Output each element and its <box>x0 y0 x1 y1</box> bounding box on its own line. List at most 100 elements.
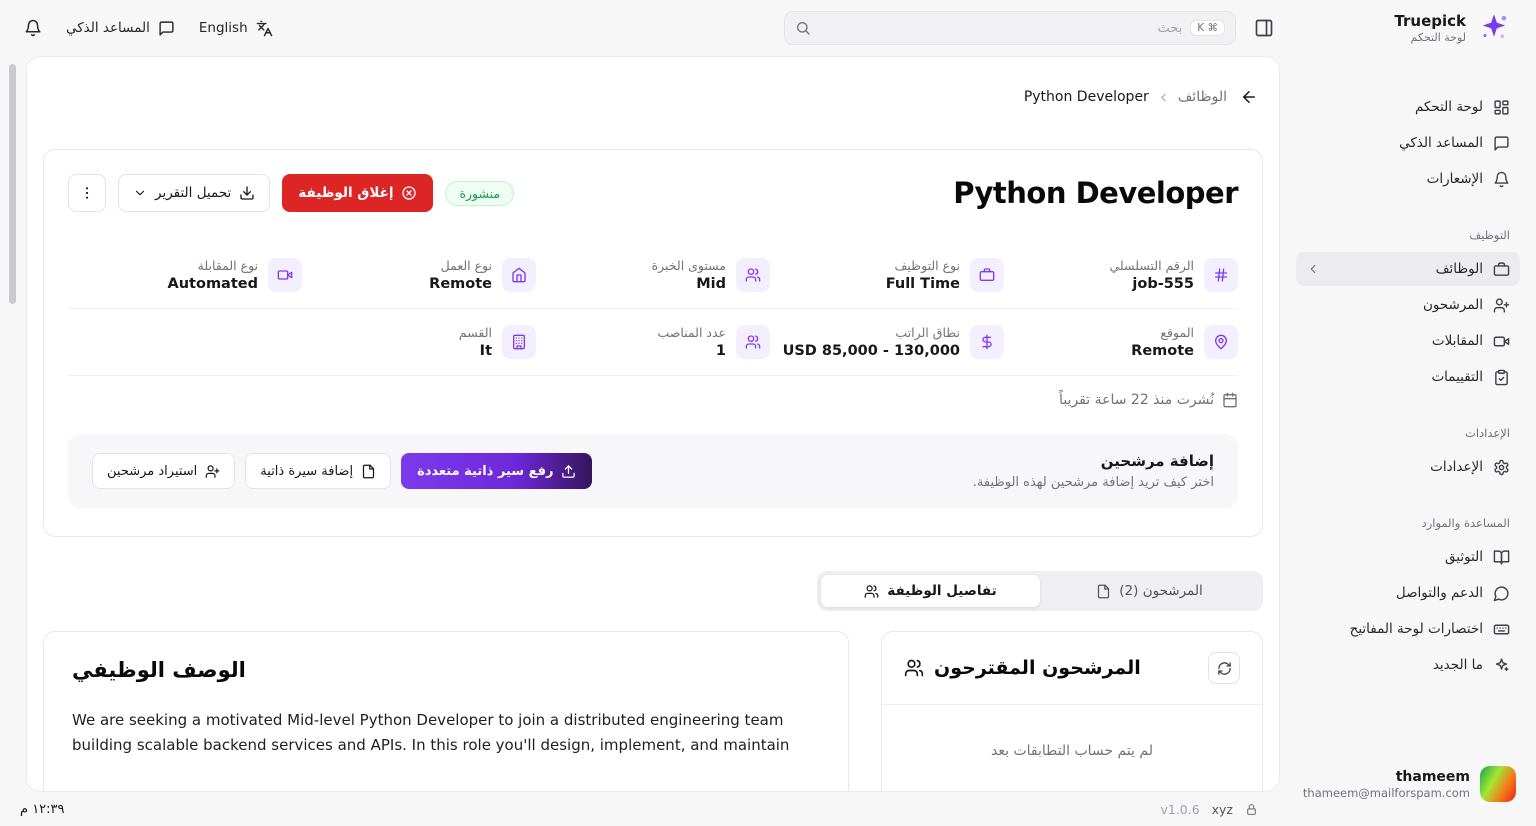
sidebar-item-candidates[interactable]: المرشحون <box>1296 288 1520 322</box>
assistant-label: المساعد الذكي <box>66 20 150 36</box>
building-icon <box>502 325 536 359</box>
assistant-button[interactable]: المساعد الذكي <box>66 20 175 37</box>
close-job-label: إغلاق الوظيفة <box>298 185 393 201</box>
more-options-button[interactable] <box>68 174 106 212</box>
sidebar-item-assistant[interactable]: المساعد الذكي <box>1296 126 1520 160</box>
file-icon <box>1096 584 1111 599</box>
job-title: Python Developer <box>953 176 1238 210</box>
field-positions-count: عدد المناصب 1 <box>536 325 770 359</box>
sidebar-item-assessments[interactable]: التقييمات <box>1296 360 1520 394</box>
briefcase-icon <box>970 258 1004 292</box>
field-value: USD 85,000 - 130,000 <box>783 343 960 359</box>
breadcrumb-parent[interactable]: الوظائف <box>1178 89 1227 105</box>
sidebar-item-label: التقييمات <box>1431 369 1483 385</box>
global-search[interactable]: ⌘ K <box>784 11 1236 45</box>
breadcrumb: الوظائف Python Developer <box>43 81 1263 113</box>
bell-icon <box>24 19 42 37</box>
search-input[interactable] <box>819 21 1182 36</box>
sidebar-item-shortcuts[interactable]: اختصارات لوحة المفاتيح <box>1296 612 1520 646</box>
job-fields: الرقم التسلسلي job-555 نوع التوظيف Full … <box>68 242 1238 375</box>
dollar-icon <box>970 325 1004 359</box>
brand-subtitle: لوحة التحكم <box>1394 31 1466 45</box>
refresh-matches-button[interactable] <box>1208 652 1240 684</box>
add-candidates-title: إضافة مرشحين <box>973 452 1214 470</box>
field-label: نوع التوظيف <box>886 258 960 273</box>
sidebar-toggle-button[interactable] <box>1254 18 1274 38</box>
field-label: الموقع <box>1131 325 1194 340</box>
tab-candidates[interactable]: المرشحون (2) <box>1040 575 1259 607</box>
sidebar-item-label: اختصارات لوحة المفاتيح <box>1350 621 1483 637</box>
sparkles-icon <box>1493 657 1510 674</box>
download-report-button[interactable]: تحميل التقرير <box>118 174 270 212</box>
import-candidates-label: استيراد مرشحين <box>107 464 197 479</box>
tabs: تفاصيل الوظيفة المرشحون (2) <box>817 571 1263 611</box>
brand[interactable]: Truepick لوحة التحكم <box>1292 10 1512 46</box>
sidebar-item-label: المرشحون <box>1423 297 1483 313</box>
main-content: الوظائف Python Developer Python Develope… <box>26 56 1280 792</box>
sidebar-item-label: الدعم والتواصل <box>1396 585 1483 601</box>
topbar: Truepick لوحة التحكم ⌘ K English المساعد… <box>0 0 1536 56</box>
language-label: English <box>199 20 248 36</box>
field-value: Remote <box>1131 343 1194 359</box>
sidebar-item-label: الوظائف <box>1436 261 1483 277</box>
avatar <box>1480 766 1516 802</box>
breadcrumb-chevron-icon <box>1157 91 1170 104</box>
field-salary-range: نطاق الراتب USD 85,000 - 130,000 <box>770 325 1004 359</box>
translate-icon <box>256 20 273 37</box>
calendar-icon <box>1222 392 1238 408</box>
sidebar-item-dashboard[interactable]: لوحة التحكم <box>1296 90 1520 124</box>
sidebar-item-settings[interactable]: الإعدادات <box>1296 450 1520 484</box>
hash-icon <box>1204 258 1238 292</box>
users-icon <box>736 258 770 292</box>
user-email: thameem@mailforspam.com <box>1303 786 1470 800</box>
matches-empty-state: لم يتم حساب التطابقات بعد <box>882 705 1262 792</box>
add-candidates-panel: إضافة مرشحين اختر كيف تريد إضافة مرشحين … <box>68 434 1238 508</box>
user-menu[interactable]: thameem thameem@mailforspam.com <box>1296 766 1520 802</box>
vertical-scrollbar[interactable] <box>9 64 16 304</box>
field-label: القسم <box>459 325 492 340</box>
posted-text: نُشرت منذ 22 ساعة تقريباً <box>1059 392 1214 408</box>
notifications-button[interactable] <box>24 19 42 37</box>
user-plus-icon <box>205 464 220 479</box>
field-location: الموقع Remote <box>1004 325 1238 359</box>
sidebar-section-help: المساعدة والموارد <box>1296 516 1520 530</box>
app-version: v1.0.6 <box>1160 802 1199 817</box>
field-label: الرقم التسلسلي <box>1110 258 1195 273</box>
sidebar-item-support[interactable]: الدعم والتواصل <box>1296 576 1520 610</box>
sidebar-item-label: ما الجديد <box>1433 657 1483 673</box>
sidebar-item-notifications[interactable]: الإشعارات <box>1296 162 1520 196</box>
video-icon <box>1493 333 1510 350</box>
add-resume-button[interactable]: إضافة سيرة ذاتية <box>245 453 391 489</box>
statusbar: ١٢:٣٩ م v1.0.6 xyz <box>0 792 1280 826</box>
sidebar-item-label: لوحة التحكم <box>1415 99 1483 115</box>
home-icon <box>502 258 536 292</box>
environment-label: xyz <box>1212 802 1233 817</box>
sidebar-item-docs[interactable]: التوثيق <box>1296 540 1520 574</box>
field-serial: الرقم التسلسلي job-555 <box>1004 258 1238 292</box>
sidebar-item-jobs[interactable]: الوظائف <box>1296 252 1520 286</box>
search-shortcut-badge: ⌘ K <box>1190 20 1225 37</box>
search-icon <box>795 20 811 36</box>
field-label: نطاق الراتب <box>783 325 960 340</box>
file-icon <box>361 464 376 479</box>
field-label: مستوى الخبرة <box>652 258 726 273</box>
sidebar-item-interviews[interactable]: المقابلات <box>1296 324 1520 358</box>
tab-job-details[interactable]: تفاصيل الوظيفة <box>821 575 1040 607</box>
upload-multiple-label: رفع سير ذاتية متعددة <box>417 464 553 479</box>
back-button[interactable] <box>1235 83 1263 111</box>
download-report-label: تحميل التقرير <box>155 185 231 201</box>
sidebar-item-label: التوثيق <box>1445 549 1483 565</box>
job-description-text: We are seeking a motivated Mid-level Pyt… <box>72 708 820 758</box>
lock-icon <box>1245 803 1258 816</box>
close-job-button[interactable]: إغلاق الوظيفة <box>282 174 433 212</box>
field-value: Remote <box>429 276 492 292</box>
sidebar-item-label: المقابلات <box>1432 333 1483 349</box>
field-experience-level: مستوى الخبرة Mid <box>536 258 770 292</box>
sidebar-item-whats-new[interactable]: ما الجديد <box>1296 648 1520 682</box>
upload-multiple-resumes-button[interactable]: رفع سير ذاتية متعددة <box>401 453 592 489</box>
breadcrumb-current: Python Developer <box>1024 89 1149 105</box>
import-candidates-button[interactable]: استيراد مرشحين <box>92 453 235 489</box>
job-description-card: الوصف الوظيفي We are seeking a motivated… <box>43 631 849 792</box>
add-resume-label: إضافة سيرة ذاتية <box>260 464 353 479</box>
language-switcher[interactable]: English <box>199 20 273 37</box>
